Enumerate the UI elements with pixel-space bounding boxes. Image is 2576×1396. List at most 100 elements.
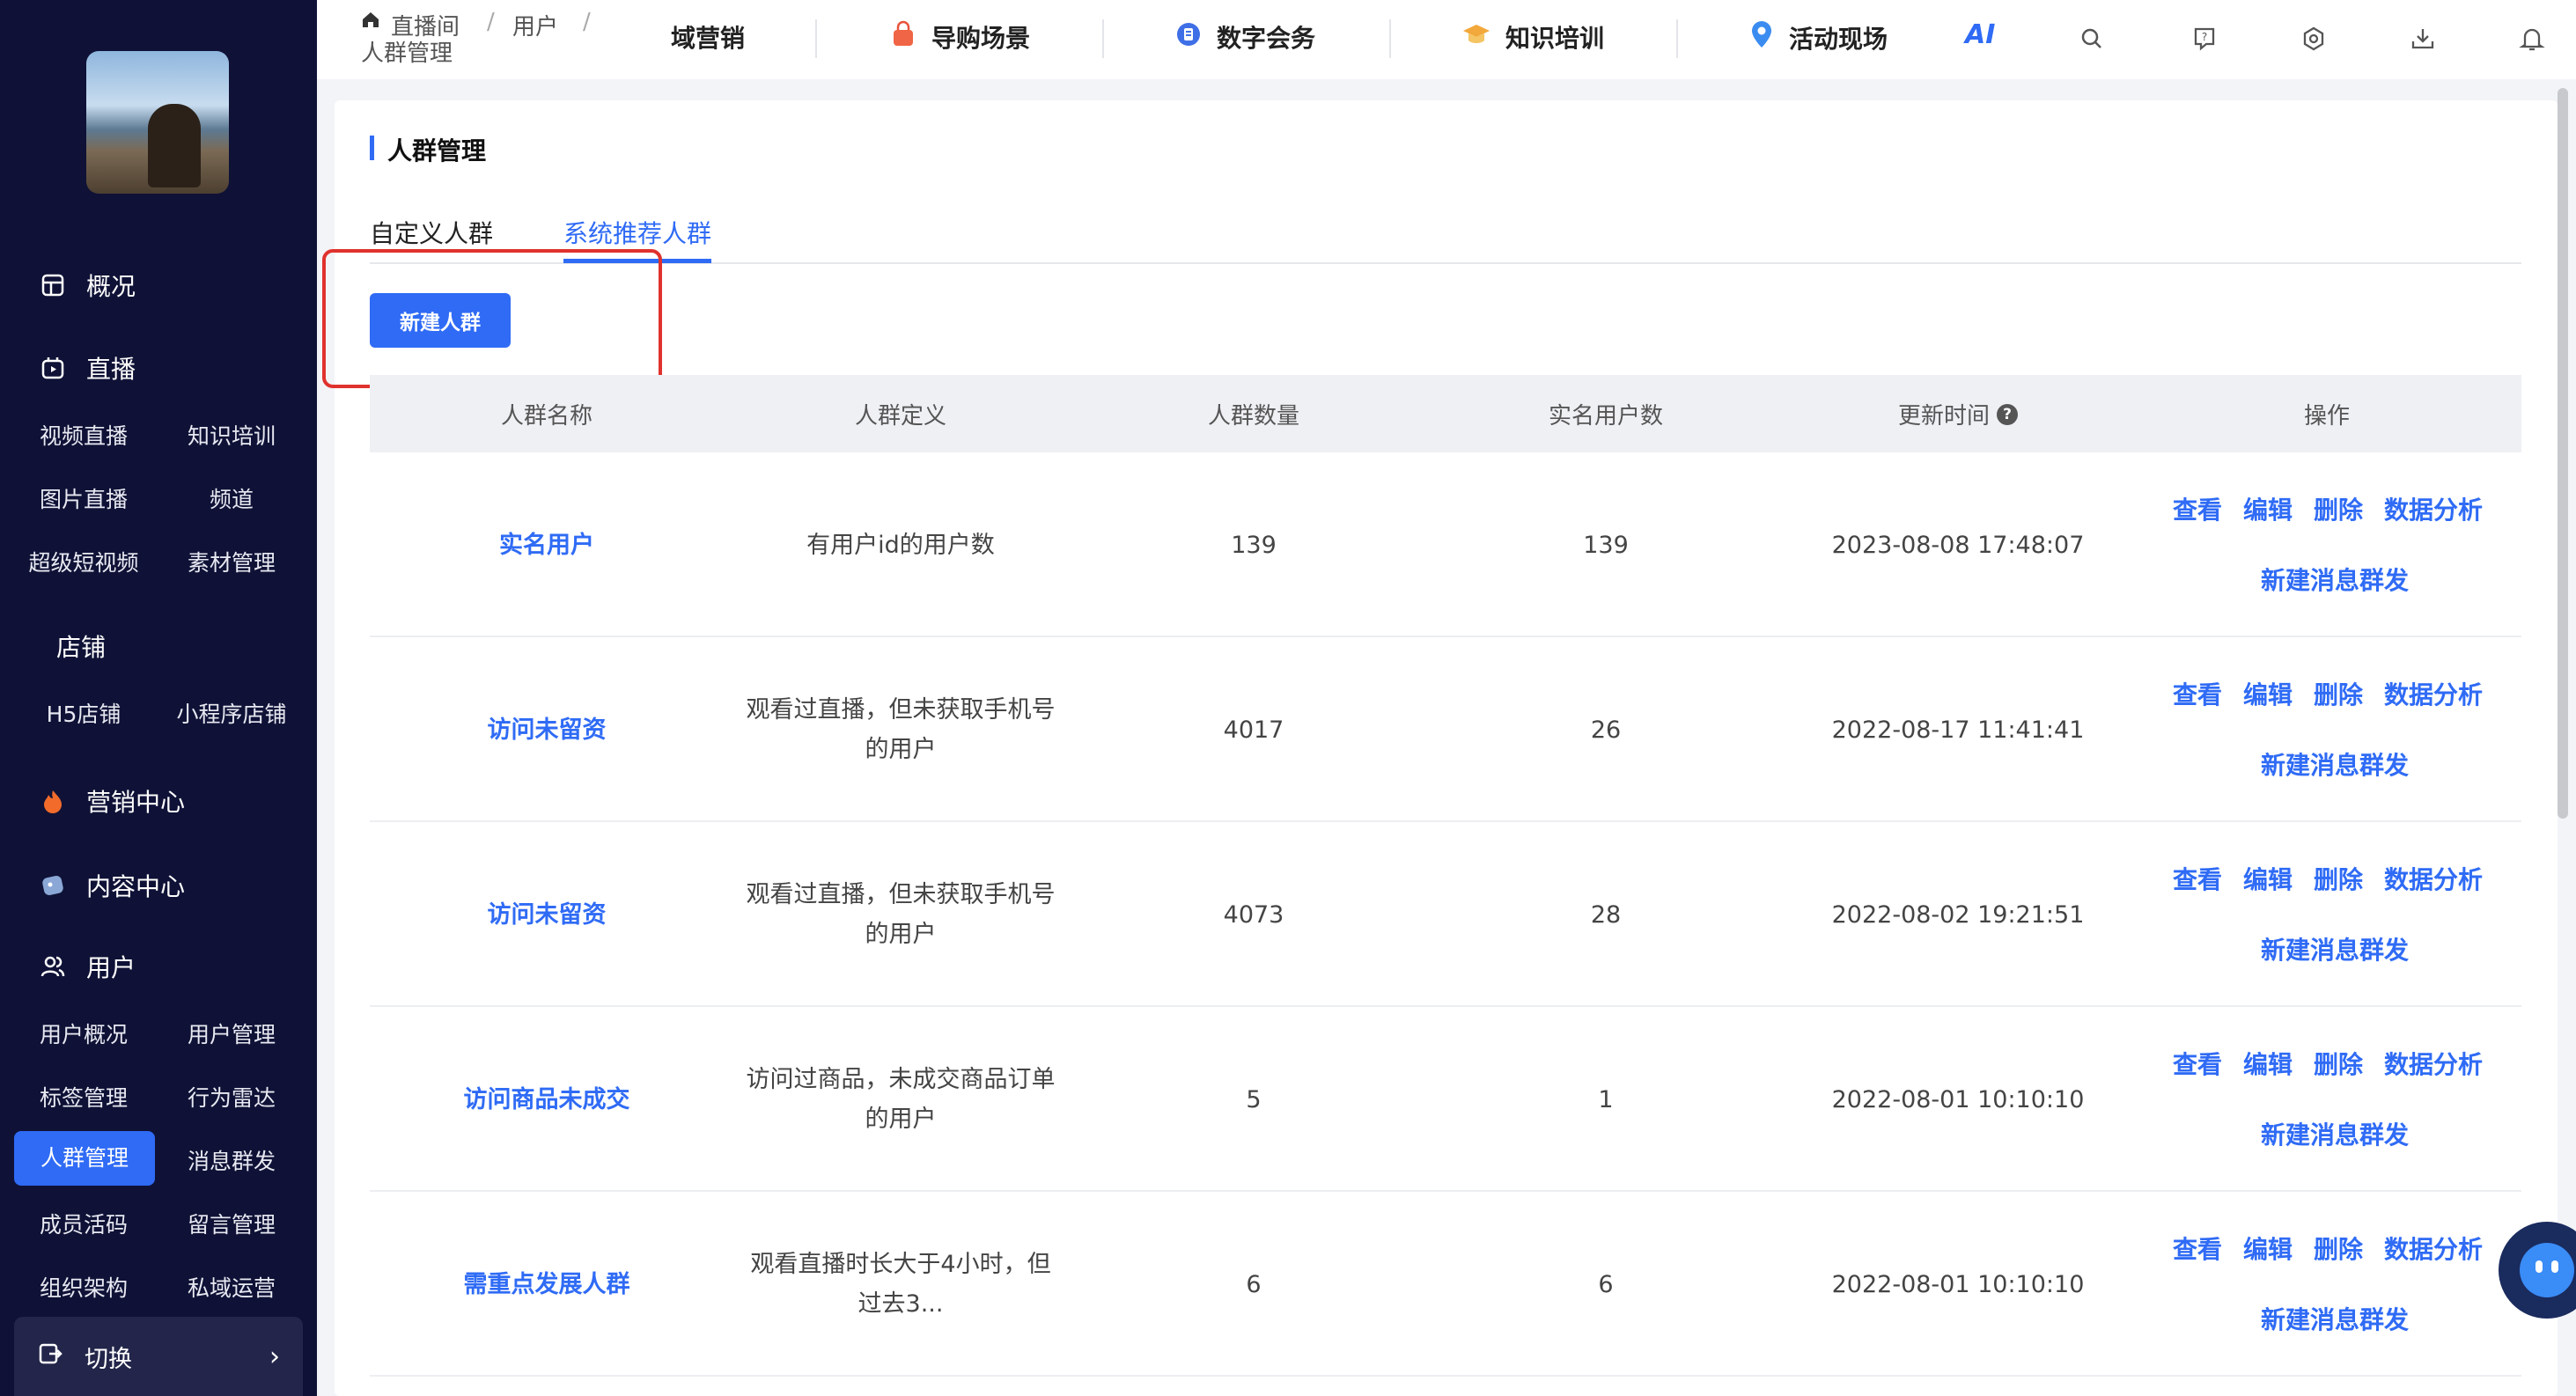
sidebar-item-tag-management[interactable]: 标签管理: [9, 1081, 158, 1113]
sidebar-item-member-qrcode[interactable]: 成员活码: [9, 1208, 158, 1239]
column-header-updated-label: 更新时间: [1897, 403, 1991, 430]
sidebar-item-video-live[interactable]: 视频直播: [9, 419, 158, 451]
update-time: 2022-08-17 11:41:41: [1831, 716, 2085, 744]
view-link[interactable]: 查看: [2173, 491, 2222, 526]
view-link[interactable]: 查看: [2173, 1231, 2222, 1266]
sidebar-item-knowledge-training[interactable]: 知识培训: [157, 419, 306, 451]
data-analysis-link[interactable]: 数据分析: [2384, 1231, 2483, 1266]
new-broadcast-link[interactable]: 新建消息群发: [2261, 1301, 2409, 1336]
download-icon[interactable]: [2405, 21, 2440, 56]
delete-link[interactable]: 删除: [2314, 676, 2363, 711]
table-row: 需重点发展人群 观看直播时长大于4小时，但过去3... 6 6 2022-08-…: [370, 1192, 2521, 1377]
topnav-digital-conference[interactable]: 数字会务: [1174, 19, 1315, 55]
audience-definition: 观看过直播，但未获取手机号的用户: [746, 696, 1056, 763]
table-row: 访问未留资 观看过直播，但未获取手机号的用户 4017 26 2022-08-1…: [370, 637, 2521, 822]
column-header-count-label: 人群数量: [1207, 403, 1300, 430]
search-icon[interactable]: [2074, 21, 2109, 56]
bell-icon[interactable]: [2514, 21, 2550, 56]
nav-shop[interactable]: 店铺: [56, 628, 106, 664]
sidebar-item-org-structure[interactable]: 组织架构: [9, 1271, 158, 1303]
nav-live[interactable]: 直播: [39, 350, 136, 386]
new-broadcast-link[interactable]: 新建消息群发: [2261, 562, 2409, 597]
audience-name-link[interactable]: 访问商品未成交: [415, 1007, 679, 1192]
sidebar-item-miniprogram-shop[interactable]: 小程序店铺: [157, 697, 306, 729]
edit-link[interactable]: 编辑: [2243, 491, 2293, 526]
real-name-count: 28: [1590, 900, 1622, 929]
nav-content[interactable]: 内容中心: [39, 868, 185, 903]
help-circle-icon[interactable]: ?: [1997, 403, 2019, 425]
sidebar-item-user-overview[interactable]: 用户概况: [9, 1018, 158, 1049]
column-header-actions: 操作: [2304, 398, 2350, 430]
nav-user[interactable]: 用户: [39, 949, 136, 984]
column-header-actions-label: 操作: [2303, 403, 2351, 430]
sidebar-item-message-broadcast[interactable]: 消息群发: [157, 1144, 306, 1176]
audience-definition: 访问过商品，未成交商品订单的用户: [746, 1066, 1056, 1133]
update-time: 2022-08-02 19:21:51: [1831, 900, 2085, 929]
new-broadcast-link[interactable]: 新建消息群发: [2261, 746, 2409, 782]
new-broadcast-link[interactable]: 新建消息群发: [2261, 1116, 2409, 1151]
column-header-definition: 人群定义: [855, 398, 946, 430]
table-header: [370, 375, 2521, 452]
vertical-scrollbar[interactable]: [2558, 88, 2568, 819]
ai-label: AI: [1965, 19, 1996, 50]
data-analysis-link[interactable]: 数据分析: [2384, 676, 2483, 711]
view-link[interactable]: 查看: [2173, 676, 2222, 711]
sidebar-item-audience-management[interactable]: 人群管理: [14, 1131, 155, 1186]
avatar[interactable]: [86, 51, 229, 194]
topnav-knowledge-training[interactable]: 知识培训: [1461, 19, 1604, 55]
sidebar-item-behavior-radar[interactable]: 行为雷达: [157, 1081, 306, 1113]
tab-custom-audience[interactable]: 自定义人群: [370, 215, 493, 250]
audience-name-link[interactable]: 需重点发展人群: [415, 1192, 679, 1377]
home-icon[interactable]: [361, 9, 380, 35]
switch-label: 切换: [85, 1345, 132, 1373]
dashboard-icon: [39, 271, 67, 299]
switch-button[interactable]: 切换 ›: [14, 1317, 303, 1396]
edit-link[interactable]: 编辑: [2243, 861, 2293, 896]
shopping-bag-icon: [889, 20, 917, 55]
audience-name-link[interactable]: 访问未留资: [415, 637, 679, 822]
nav-overview[interactable]: 概况: [39, 268, 136, 303]
audience-name-link[interactable]: 实名用户: [415, 452, 679, 637]
edit-link[interactable]: 编辑: [2243, 1231, 2293, 1266]
sidebar-item-user-management[interactable]: 用户管理: [157, 1018, 306, 1049]
sidebar-item-h5-shop[interactable]: H5店铺: [9, 697, 158, 729]
topnav-event-site[interactable]: 活动现场: [1748, 19, 1888, 55]
sidebar-item-image-live[interactable]: 图片直播: [9, 482, 158, 514]
data-analysis-link[interactable]: 数据分析: [2384, 1046, 2483, 1081]
topnav-divider: [1389, 19, 1391, 58]
nav-content-label: 内容中心: [86, 872, 186, 901]
view-link[interactable]: 查看: [2173, 1046, 2222, 1081]
topnav-domain-marketing[interactable]: 域营销: [671, 19, 745, 55]
sidebar-item-channel[interactable]: 频道: [157, 482, 306, 514]
nav-overview-label: 概况: [86, 272, 136, 301]
sidebar-item-private-domain[interactable]: 私域运营: [157, 1271, 306, 1303]
topnav-digital-conference-label: 数字会务: [1217, 24, 1316, 53]
update-time: 2022-08-01 10:10:10: [1831, 1270, 2085, 1298]
help-icon[interactable]: ?: [2187, 21, 2222, 56]
column-header-name: 人群名称: [501, 398, 592, 430]
audience-name-link[interactable]: 访问未留资: [415, 822, 679, 1007]
topnav-shopping-guide[interactable]: 导购场景: [889, 19, 1030, 55]
tab-system-recommended[interactable]: 系统推荐人群: [563, 215, 711, 250]
nav-live-label: 直播: [86, 355, 136, 384]
breadcrumb-user[interactable]: 用户: [512, 9, 558, 41]
edit-link[interactable]: 编辑: [2243, 1046, 2293, 1081]
view-link[interactable]: 查看: [2173, 861, 2222, 896]
settings-icon[interactable]: [2296, 21, 2331, 56]
sidebar-item-short-video[interactable]: 超级短视频: [9, 546, 158, 577]
delete-link[interactable]: 删除: [2314, 1231, 2363, 1266]
delete-link[interactable]: 删除: [2314, 491, 2363, 526]
ai-button[interactable]: AI: [1965, 19, 1995, 50]
data-analysis-link[interactable]: 数据分析: [2384, 491, 2483, 526]
sidebar-item-materials[interactable]: 素材管理: [157, 546, 306, 577]
delete-link[interactable]: 删除: [2314, 861, 2363, 896]
nav-marketing[interactable]: 营销中心: [39, 783, 185, 819]
data-analysis-link[interactable]: 数据分析: [2384, 861, 2483, 896]
edit-link[interactable]: 编辑: [2243, 676, 2293, 711]
live-icon: [39, 354, 67, 382]
new-broadcast-link[interactable]: 新建消息群发: [2261, 931, 2409, 966]
topnav-divider: [1102, 19, 1104, 58]
delete-link[interactable]: 删除: [2314, 1046, 2363, 1081]
sidebar-item-comment-management[interactable]: 留言管理: [157, 1208, 306, 1239]
user-group-icon: [39, 952, 67, 981]
